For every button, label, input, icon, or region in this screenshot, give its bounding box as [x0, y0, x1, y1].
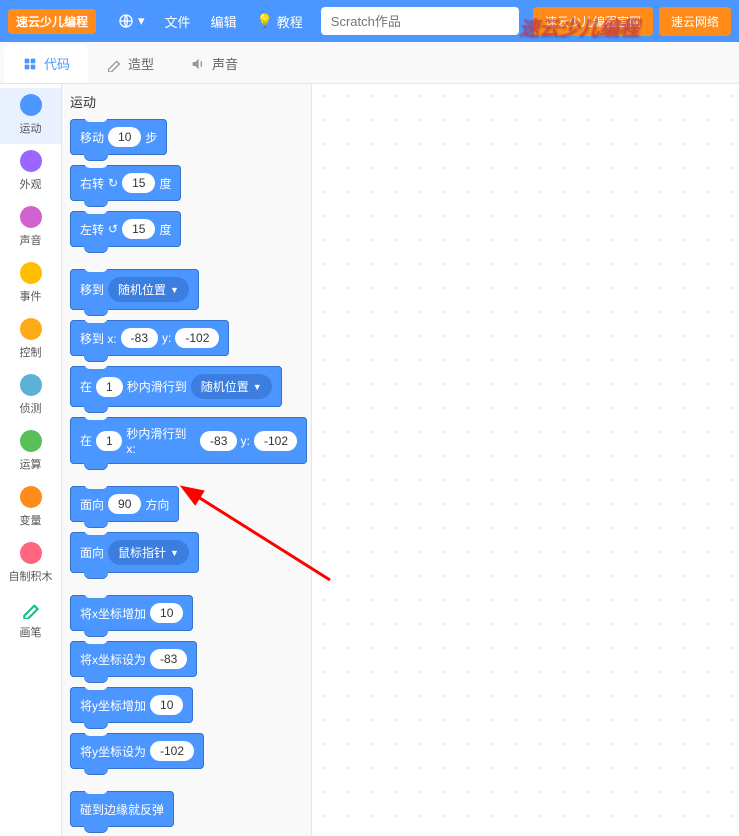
category-color-icon	[20, 542, 42, 564]
block-change-x[interactable]: 将x坐标增加 10	[70, 595, 193, 631]
menu-tutorial[interactable]: 💡 教程	[247, 0, 313, 42]
rotate-left-icon: ↺	[108, 222, 118, 236]
input-y[interactable]: -102	[150, 741, 194, 761]
block-glide-xy[interactable]: 在 1 秒内滑行到 x: -83 y: -102	[70, 417, 307, 464]
block-set-x[interactable]: 将x坐标设为 -83	[70, 641, 197, 677]
dropdown-goto-target[interactable]: 随机位置▼	[108, 277, 189, 302]
block-turn-left[interactable]: 左转 ↺ 15 度	[70, 211, 181, 247]
block-goto[interactable]: 移到 随机位置▼	[70, 269, 199, 310]
category-控制[interactable]: 控制	[0, 312, 61, 368]
editor-tabs: 代码 造型 声音	[0, 42, 739, 84]
costume-icon	[106, 56, 122, 72]
category-color-icon	[20, 486, 42, 508]
chevron-down-icon: ▼	[170, 285, 179, 295]
sound-icon	[190, 56, 206, 72]
block-point-direction[interactable]: 面向 90 方向	[70, 486, 179, 522]
project-title-input[interactable]	[321, 7, 519, 35]
rotate-right-icon: ↻	[108, 176, 118, 190]
dropdown-glide-target[interactable]: 随机位置▼	[191, 374, 272, 399]
category-color-icon	[20, 318, 42, 340]
tab-costumes[interactable]: 造型	[88, 44, 172, 83]
category-声音[interactable]: 声音	[0, 200, 61, 256]
block-move-steps[interactable]: 移动 10 步	[70, 119, 167, 155]
official-site-button[interactable]: 速云少儿编程官网	[533, 7, 653, 36]
workspace: 运动外观声音事件控制侦测运算变量自制积木画笔 运动 移动 10 步 右转 ↻ 1…	[0, 84, 739, 836]
tab-sounds[interactable]: 声音	[172, 44, 256, 83]
input-dy[interactable]: 10	[150, 695, 183, 715]
category-color-icon	[20, 150, 42, 172]
category-color-icon	[20, 430, 42, 452]
palette-header: 运动	[70, 92, 307, 111]
input-secs[interactable]: 1	[96, 377, 123, 397]
script-canvas[interactable]	[312, 84, 739, 836]
input-y[interactable]: -102	[175, 328, 219, 348]
project-title-wrapper	[321, 7, 519, 35]
language-menu[interactable]: ▾	[108, 0, 155, 42]
category-color-icon	[20, 206, 42, 228]
chevron-down-icon: ▼	[253, 382, 262, 392]
block-glide-to[interactable]: 在 1 秒内滑行到 随机位置▼	[70, 366, 282, 407]
block-set-y[interactable]: 将y坐标设为 -102	[70, 733, 204, 769]
lightbulb-icon: 💡	[257, 13, 273, 29]
pen-icon	[20, 598, 42, 620]
block-bounce-edge[interactable]: 碰到边缘就反弹	[70, 791, 174, 827]
category-color-icon	[20, 262, 42, 284]
input-degrees[interactable]: 15	[122, 219, 155, 239]
chevron-down-icon: ▾	[138, 13, 145, 29]
network-button[interactable]: 速云网络	[659, 7, 731, 36]
input-y[interactable]: -102	[254, 431, 297, 451]
category-画笔[interactable]: 画笔	[0, 592, 61, 648]
input-steps[interactable]: 10	[108, 127, 141, 147]
category-事件[interactable]: 事件	[0, 256, 61, 312]
category-list: 运动外观声音事件控制侦测运算变量自制积木画笔	[0, 84, 62, 836]
globe-icon	[118, 13, 134, 29]
menu-file[interactable]: 文件	[155, 0, 201, 42]
category-变量[interactable]: 变量	[0, 480, 61, 536]
input-degrees[interactable]: 15	[122, 173, 155, 193]
input-secs[interactable]: 1	[96, 431, 122, 451]
input-direction[interactable]: 90	[108, 494, 141, 514]
block-change-y[interactable]: 将y坐标增加 10	[70, 687, 193, 723]
menubar: 速云少儿编程 ▾ 文件 编辑 💡 教程 速云少儿编程官网 速云网络	[0, 0, 739, 42]
input-x[interactable]: -83	[150, 649, 187, 669]
block-turn-right[interactable]: 右转 ↻ 15 度	[70, 165, 181, 201]
category-color-icon	[20, 94, 42, 116]
category-运算[interactable]: 运算	[0, 424, 61, 480]
category-自制积木[interactable]: 自制积木	[0, 536, 61, 592]
dropdown-point-target[interactable]: 鼠标指针▼	[108, 540, 189, 565]
input-x[interactable]: -83	[121, 328, 158, 348]
tab-code[interactable]: 代码	[4, 44, 88, 83]
input-dx[interactable]: 10	[150, 603, 183, 623]
logo: 速云少儿编程	[8, 9, 96, 34]
category-外观[interactable]: 外观	[0, 144, 61, 200]
block-palette[interactable]: 运动 移动 10 步 右转 ↻ 15 度 左转 ↺ 15 度 移到 随机位置▼ …	[62, 84, 312, 836]
category-color-icon	[20, 374, 42, 396]
category-运动[interactable]: 运动	[0, 88, 61, 144]
menu-edit[interactable]: 编辑	[201, 0, 247, 42]
block-goto-xy[interactable]: 移到 x: -83 y: -102	[70, 320, 229, 356]
input-x[interactable]: -83	[200, 431, 237, 451]
category-侦测[interactable]: 侦测	[0, 368, 61, 424]
chevron-down-icon: ▼	[170, 548, 179, 558]
block-point-towards[interactable]: 面向 鼠标指针▼	[70, 532, 199, 573]
code-icon	[22, 56, 38, 72]
